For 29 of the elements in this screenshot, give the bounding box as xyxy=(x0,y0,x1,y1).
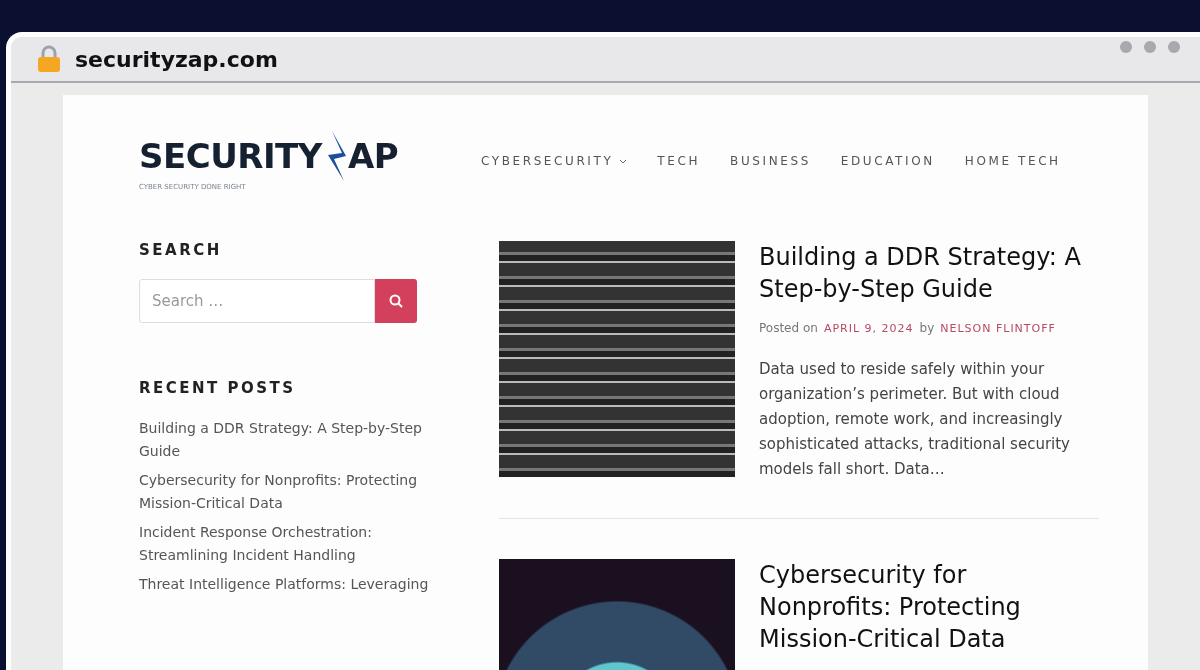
window-dot[interactable] xyxy=(1144,41,1156,53)
post-excerpt: Data used to reside safely within your organization’s perimeter. But with cloud adoption, remote work, and increasingly sophisticated attacks, traditional security models fall short. Data… xyxy=(759,359,1071,480)
recent-post-link[interactable]: Building a DDR Strategy: A Step-by-Step Guide xyxy=(139,417,459,463)
search-icon xyxy=(389,294,403,308)
nav-link[interactable]: TECH xyxy=(657,154,701,168)
post-title[interactable]: Building a DDR Strategy: A Step-by-Step Guide xyxy=(759,241,1099,305)
url-text[interactable]: securityzap.com xyxy=(75,46,1106,72)
window-dot[interactable] xyxy=(1168,41,1180,53)
window-dot[interactable] xyxy=(1120,41,1132,53)
author-link[interactable]: NELSON FLINTOFF xyxy=(940,322,1056,335)
widget-title: RECENT POSTS xyxy=(139,379,297,397)
nav-link[interactable]: HOME TECH xyxy=(964,154,1061,168)
logo-text: AP xyxy=(347,139,399,173)
nav-link[interactable]: CYBERSECURITY xyxy=(481,154,628,168)
date-link[interactable]: APRIL 9, 2024 xyxy=(823,322,914,335)
recent-post-link[interactable]: Incident Response Orchestration: Streamlining Incident Handling xyxy=(139,521,459,567)
chevron-down-icon xyxy=(619,158,628,164)
meta-text: Posted on xyxy=(759,321,818,335)
nav-link[interactable]: BUSINESS xyxy=(730,154,811,168)
meta-text: by xyxy=(919,321,935,335)
search-field[interactable]: Search … xyxy=(139,279,375,323)
recent-post-link[interactable]: Cybersecurity for Nonprofits: Protecting Mission-Critical Data xyxy=(139,469,459,515)
recent-post-link[interactable]: Threat Intelligence Platforms: Leveraging xyxy=(139,573,459,596)
widget-title: SEARCH xyxy=(139,241,223,259)
search-button[interactable] xyxy=(375,279,417,323)
lock-icon xyxy=(37,45,61,73)
post-title[interactable]: Cybersecurity for Nonprofits: Protecting Mission-Critical Data xyxy=(759,559,1099,655)
nav-link[interactable]: EDUCATION xyxy=(840,154,935,168)
logo-text: SECURITY xyxy=(139,139,322,173)
